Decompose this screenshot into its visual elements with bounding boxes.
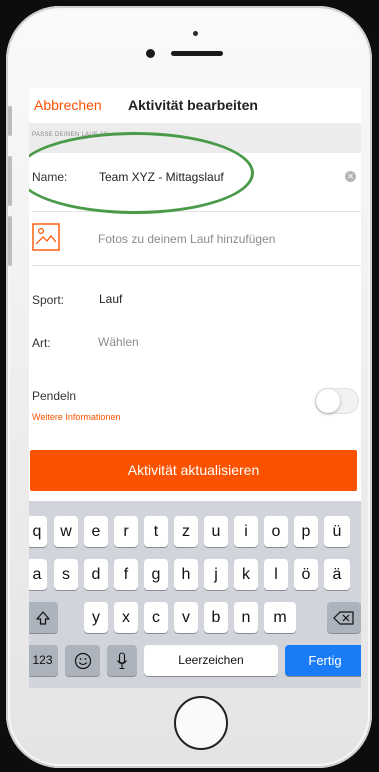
nav-bar: Abbrechen Aktivität bearbeiten — [29, 88, 361, 123]
sport-label: Sport: — [32, 293, 65, 307]
key-n[interactable]: n — [234, 602, 258, 633]
key-a[interactable]: a — [29, 559, 47, 590]
key-j[interactable]: j — [204, 559, 228, 590]
key-c[interactable]: c — [144, 602, 168, 633]
proximity-sensor — [193, 31, 198, 36]
key-e[interactable]: e — [84, 516, 108, 547]
home-button[interactable] — [174, 696, 228, 750]
backspace-icon — [333, 611, 354, 625]
front-camera — [146, 49, 155, 58]
numbers-key[interactable]: 123 — [29, 645, 58, 676]
mute-switch — [8, 106, 12, 136]
volume-up-button — [8, 156, 12, 206]
keyboard: q w e r t z u i o p ü a s d f g h j k l … — [29, 501, 361, 688]
key-t[interactable]: t — [144, 516, 168, 547]
key-k[interactable]: k — [234, 559, 258, 590]
shift-key[interactable] — [29, 602, 58, 633]
earpiece-speaker — [171, 51, 223, 56]
pendeln-label: Pendeln — [32, 389, 77, 403]
shift-arrow-icon — [35, 611, 50, 625]
key-o[interactable]: o — [264, 516, 288, 547]
space-key[interactable]: Leerzeichen — [144, 645, 278, 676]
key-y[interactable]: y — [84, 602, 108, 633]
key-b[interactable]: b — [204, 602, 228, 633]
key-w[interactable]: w — [54, 516, 78, 547]
key-f[interactable]: f — [114, 559, 138, 590]
page-title: Aktivität bearbeiten — [128, 97, 258, 113]
toggle-knob — [316, 389, 340, 413]
key-l[interactable]: l — [264, 559, 288, 590]
key-g[interactable]: g — [144, 559, 168, 590]
more-info-link[interactable]: Weitere Informationen — [32, 412, 120, 422]
pendeln-toggle[interactable] — [315, 388, 359, 414]
emoji-key[interactable] — [65, 645, 100, 676]
key-h[interactable]: h — [174, 559, 198, 590]
key-q[interactable]: q — [29, 516, 47, 547]
volume-down-button — [8, 216, 12, 266]
mic-key[interactable] — [107, 645, 137, 676]
key-v[interactable]: v — [174, 602, 198, 633]
key-ue[interactable]: ü — [324, 516, 350, 547]
key-s[interactable]: s — [54, 559, 78, 590]
key-u[interactable]: u — [204, 516, 228, 547]
key-i[interactable]: i — [234, 516, 258, 547]
key-d[interactable]: d — [84, 559, 108, 590]
update-activity-button[interactable]: Aktivität aktualisieren — [30, 450, 357, 491]
art-row[interactable]: Art: Wählen — [29, 321, 361, 363]
delete-key[interactable] — [327, 602, 361, 633]
sport-value[interactable]: Lauf — [99, 292, 122, 306]
emoji-icon — [74, 652, 91, 670]
key-ae[interactable]: ä — [324, 559, 350, 590]
sport-row[interactable]: Sport: Lauf — [29, 266, 361, 311]
key-x[interactable]: x — [114, 602, 138, 633]
key-m[interactable]: m — [264, 602, 296, 633]
microphone-icon — [117, 652, 127, 670]
done-key[interactable]: Fertig — [285, 645, 361, 676]
key-z[interactable]: z — [174, 516, 198, 547]
art-label: Art: — [32, 336, 51, 350]
clear-text-icon[interactable]: ✕ — [345, 171, 356, 182]
app-screen: Abbrechen Aktivität bearbeiten PASSE DEI… — [29, 88, 361, 688]
photo-icon[interactable] — [32, 223, 60, 251]
art-select[interactable]: Wählen — [98, 335, 139, 349]
key-r[interactable]: r — [114, 516, 138, 547]
add-photos-label: Fotos zu deinem Lauf hinzufügen — [98, 232, 276, 246]
key-p[interactable]: p — [294, 516, 318, 547]
key-oe[interactable]: ö — [294, 559, 318, 590]
cancel-button[interactable]: Abbrechen — [34, 97, 102, 113]
add-photos-row[interactable]: Fotos zu deinem Lauf hinzufügen — [29, 212, 361, 265]
